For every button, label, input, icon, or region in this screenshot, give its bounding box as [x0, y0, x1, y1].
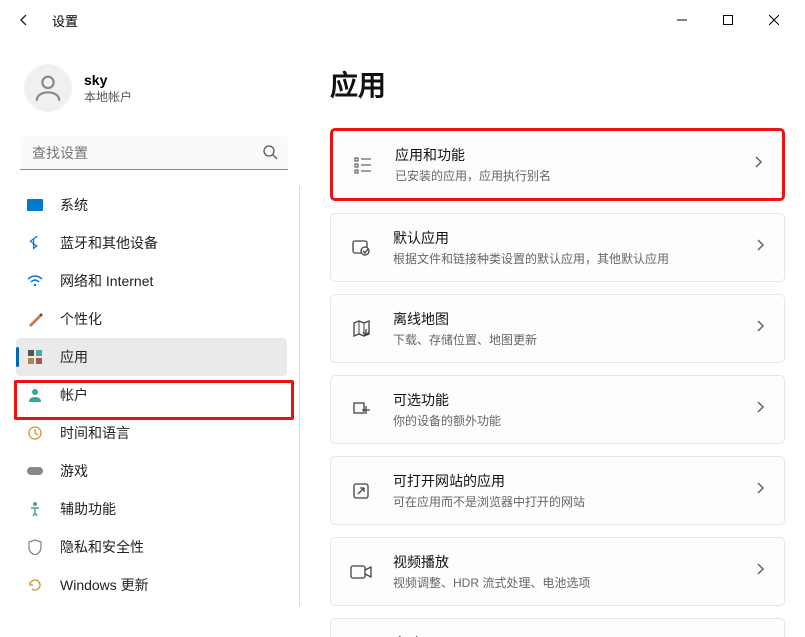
apps-icon: [26, 348, 44, 366]
sidebar-item-label: 时间和语言: [60, 423, 130, 443]
user-name: sky: [84, 72, 132, 88]
search-icon: [262, 144, 278, 165]
card-desc: 根据文件和链接种类设置的默认应用，其他默认应用: [393, 250, 756, 267]
page-title: 应用: [330, 64, 785, 104]
list-icon: [351, 153, 375, 177]
sidebar-item-system[interactable]: 系统: [16, 186, 287, 224]
system-icon: [26, 196, 44, 214]
card-title: 离线地图: [393, 309, 756, 329]
default-apps-icon: [349, 236, 373, 260]
website-app-icon: [349, 479, 373, 503]
card-desc: 你的设备的额外功能: [393, 412, 756, 429]
card-apps-features[interactable]: 应用和功能 已安装的应用，应用执行别名: [330, 128, 785, 201]
user-type: 本地帐户: [84, 88, 132, 105]
shield-icon: [26, 538, 44, 556]
back-button[interactable]: [8, 4, 40, 36]
accessibility-icon: [26, 500, 44, 518]
card-title: 视频播放: [393, 552, 756, 572]
chevron-right-icon: [756, 400, 766, 419]
chevron-right-icon: [756, 481, 766, 500]
title-bar: 设置: [0, 0, 805, 40]
card-startup[interactable]: 启动 登录时自动启动的应用程序: [330, 618, 785, 637]
brush-icon: [26, 310, 44, 328]
card-desc: 已安装的应用，应用执行别名: [395, 167, 754, 184]
sidebar-item-label: 帐户: [60, 385, 88, 405]
chevron-right-icon: [756, 562, 766, 581]
card-default-apps[interactable]: 默认应用 根据文件和链接种类设置的默认应用，其他默认应用: [330, 213, 785, 282]
person-icon: [26, 386, 44, 404]
add-feature-icon: [349, 398, 373, 422]
card-video-playback[interactable]: 视频播放 视频调整、HDR 流式处理、电池选项: [330, 537, 785, 606]
window-title: 设置: [52, 11, 78, 30]
user-icon: [31, 71, 65, 105]
chevron-right-icon: [756, 319, 766, 338]
nav-list: 系统 蓝牙和其他设备 网络和 Internet 个性化 应用 帐户: [16, 186, 300, 606]
map-icon: [349, 317, 373, 341]
sidebar-item-windows-update[interactable]: Windows 更新: [16, 566, 287, 604]
sidebar-item-label: 隐私和安全性: [60, 537, 144, 557]
sidebar-item-label: Windows 更新: [60, 575, 149, 595]
maximize-icon: [723, 15, 733, 25]
sidebar-item-label: 网络和 Internet: [60, 271, 153, 291]
back-arrow-icon: [16, 12, 32, 28]
card-title: 应用和功能: [395, 145, 754, 165]
card-offline-maps[interactable]: 离线地图 下载、存储位置、地图更新: [330, 294, 785, 363]
user-block[interactable]: sky 本地帐户: [16, 56, 300, 132]
sidebar-item-bluetooth[interactable]: 蓝牙和其他设备: [16, 224, 287, 262]
sidebar-item-apps[interactable]: 应用: [16, 338, 287, 376]
card-title: 默认应用: [393, 228, 756, 248]
window-controls: [659, 4, 797, 36]
sidebar-item-label: 蓝牙和其他设备: [60, 233, 158, 253]
sidebar-item-time-language[interactable]: 时间和语言: [16, 414, 287, 452]
bluetooth-icon: [26, 234, 44, 252]
sidebar-item-label: 系统: [60, 195, 88, 215]
minimize-button[interactable]: [659, 4, 705, 36]
sidebar-item-network[interactable]: 网络和 Internet: [16, 262, 287, 300]
sidebar-item-label: 应用: [60, 347, 88, 367]
card-optional-features[interactable]: 可选功能 你的设备的额外功能: [330, 375, 785, 444]
close-icon: [769, 15, 779, 25]
content-area: 应用 应用和功能 已安装的应用，应用执行别名 默认应用 根据文件和链接种类设置的…: [300, 40, 805, 637]
sidebar-item-label: 个性化: [60, 309, 102, 329]
card-title: 可选功能: [393, 390, 756, 410]
close-button[interactable]: [751, 4, 797, 36]
search-box: [20, 136, 288, 170]
sidebar: sky 本地帐户 系统 蓝牙和其他设备 网络和 Internet: [0, 40, 300, 637]
search-input[interactable]: [20, 136, 288, 170]
sidebar-item-privacy[interactable]: 隐私和安全性: [16, 528, 287, 566]
card-desc: 可在应用而不是浏览器中打开的网站: [393, 493, 756, 510]
sidebar-item-label: 辅助功能: [60, 499, 116, 519]
chevron-right-icon: [756, 238, 766, 257]
maximize-button[interactable]: [705, 4, 751, 36]
sidebar-item-label: 游戏: [60, 461, 88, 481]
sidebar-item-gaming[interactable]: 游戏: [16, 452, 287, 490]
wifi-icon: [26, 272, 44, 290]
update-icon: [26, 576, 44, 594]
sidebar-item-accessibility[interactable]: 辅助功能: [16, 490, 287, 528]
clock-globe-icon: [26, 424, 44, 442]
card-apps-for-websites[interactable]: 可打开网站的应用 可在应用而不是浏览器中打开的网站: [330, 456, 785, 525]
sidebar-item-personalization[interactable]: 个性化: [16, 300, 287, 338]
card-desc: 下载、存储位置、地图更新: [393, 331, 756, 348]
card-desc: 视频调整、HDR 流式处理、电池选项: [393, 574, 756, 591]
video-icon: [349, 560, 373, 584]
card-title: 启动: [393, 633, 756, 637]
chevron-right-icon: [754, 155, 764, 174]
sidebar-item-accounts[interactable]: 帐户: [16, 376, 287, 414]
gamepad-icon: [26, 462, 44, 480]
minimize-icon: [677, 15, 687, 25]
card-title: 可打开网站的应用: [393, 471, 756, 491]
avatar: [24, 64, 72, 112]
